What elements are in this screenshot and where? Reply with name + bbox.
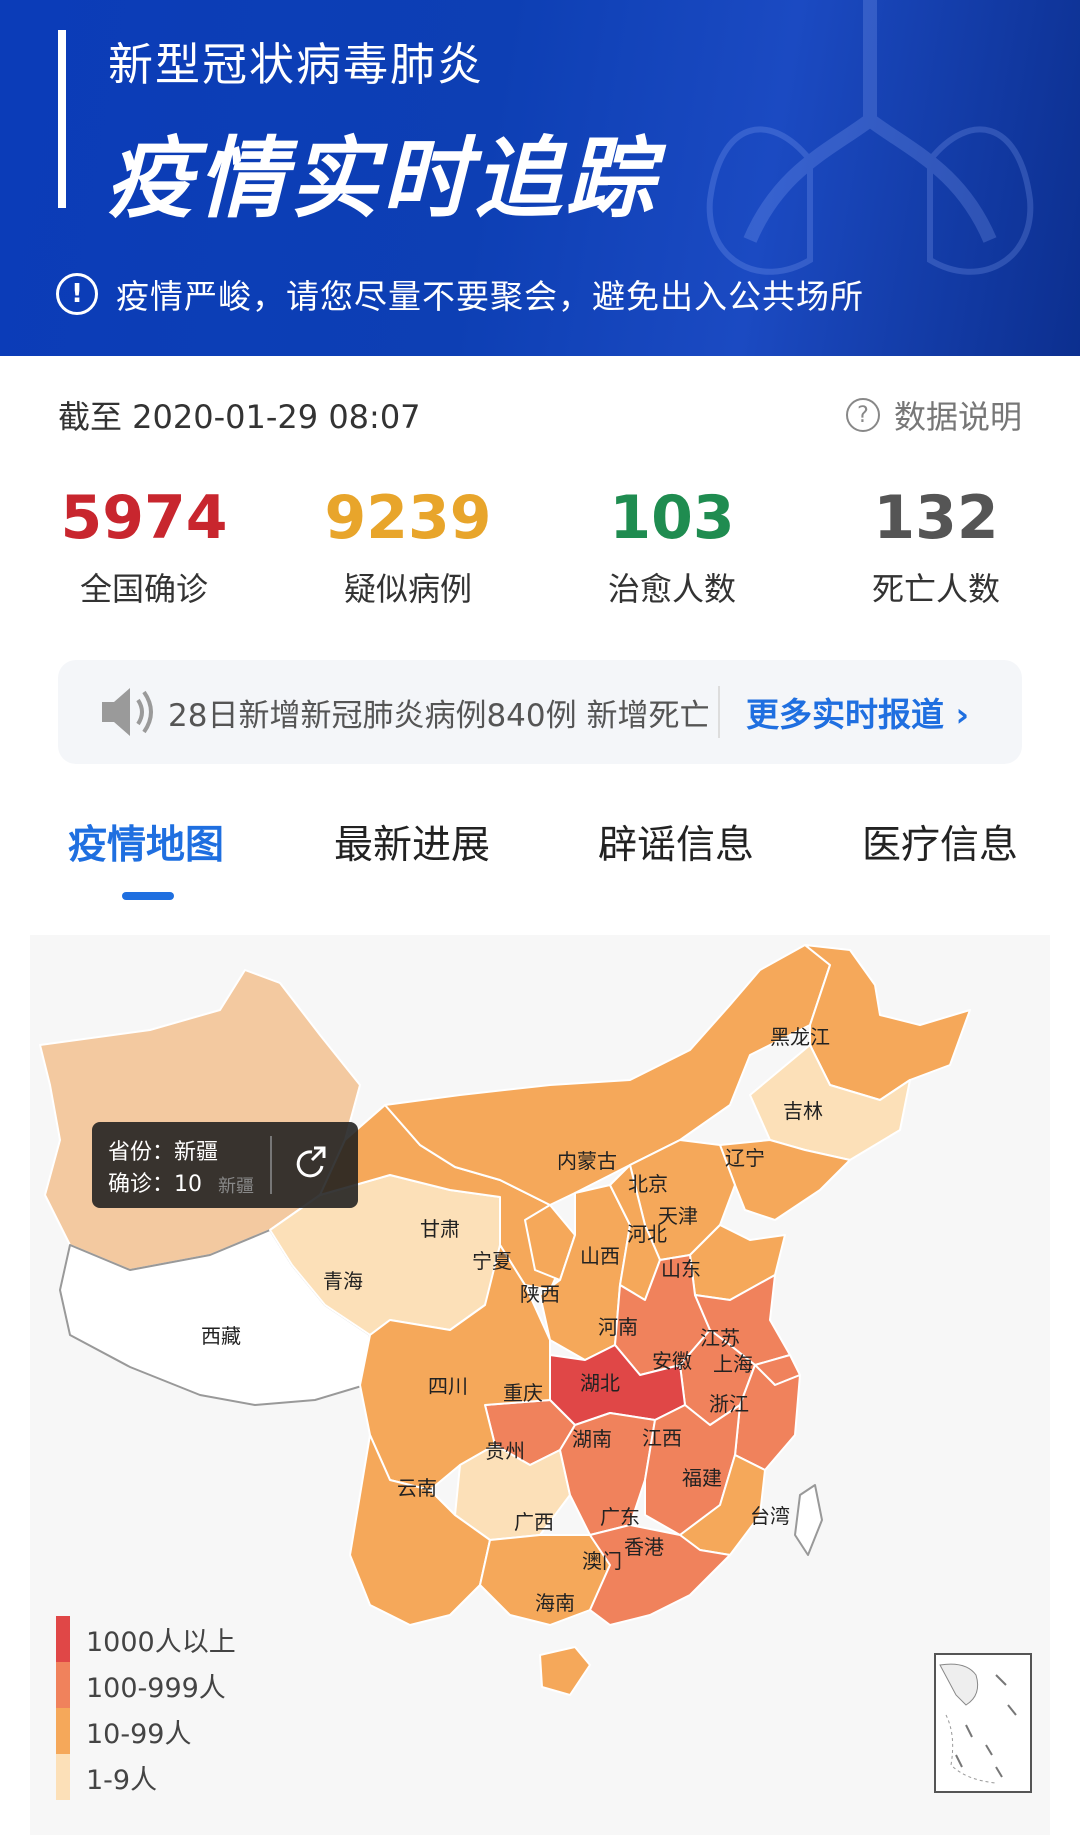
label-macau: 澳门 (582, 1549, 622, 1573)
label-neimenggu: 内蒙古 (557, 1149, 617, 1173)
tab-latest-progress[interactable]: 最新进展 (280, 808, 544, 898)
tab-epidemic-map[interactable]: 疫情地图 (14, 808, 280, 898)
ticker-headline[interactable]: 28日新增新冠肺炎病例840例 新增死亡 (168, 690, 708, 735)
share-icon[interactable] (292, 1144, 332, 1184)
stat-cured: 103 治愈人数 (540, 478, 804, 610)
tooltip-ghost-label: 新疆 (218, 1176, 254, 1197)
label-heilongjiang: 黑龙江 (770, 1025, 830, 1049)
ticker-divider (718, 686, 720, 738)
epidemic-map[interactable]: 黑龙江 吉林 辽宁 内蒙古 北京 天津 河北 山西 山东 甘肃 宁夏 青海 陕西… (30, 935, 1050, 1835)
stat-label: 死亡人数 (871, 570, 1000, 608)
label-shanxi: 山西 (580, 1244, 620, 1268)
label-xizang: 西藏 (201, 1324, 241, 1348)
province-taiwan[interactable] (794, 1484, 823, 1556)
province-hainan[interactable] (539, 1646, 591, 1696)
label-shaanxi: 陕西 (520, 1282, 560, 1306)
header-banner: 新型冠状病毒肺炎 疫情实时追踪 ! 疫情严峻，请您尽量不要聚会，避免出入公共场所 (0, 0, 1080, 356)
label-jiangxi: 江西 (642, 1426, 682, 1450)
update-timestamp: 截至 2020-01-29 08:07 (58, 398, 421, 436)
legend-item: 1000人以上 (56, 1616, 236, 1662)
label-taiwan: 台湾 (750, 1504, 790, 1528)
label-guangxi: 广西 (514, 1510, 554, 1534)
label-guizhou: 贵州 (485, 1439, 525, 1463)
stat-value: 103 (609, 483, 735, 553)
stat-label: 疑似病例 (343, 570, 472, 608)
banner-subtitle: 新型冠状病毒肺炎 (108, 38, 485, 91)
lung-illustration (706, 0, 1034, 275)
more-reports-link[interactable]: 更多实时报道 › (746, 688, 969, 736)
tooltip-province: 省份：新疆 (108, 1140, 219, 1165)
label-jiangsu: 江苏 (700, 1326, 740, 1350)
label-hubei: 湖北 (580, 1371, 620, 1395)
stat-value: 9239 (324, 483, 492, 553)
data-explanation-link[interactable]: ? 数据说明 (845, 392, 1022, 438)
legend-item: 100-999人 (56, 1662, 236, 1708)
label-fujian: 福建 (682, 1466, 722, 1490)
legend-item: 10-99人 (56, 1708, 236, 1754)
label-guangdong: 广东 (600, 1505, 640, 1529)
news-ticker[interactable]: 28日新增新冠肺炎病例840例 新增死亡 更多实时报道 › (58, 660, 1022, 764)
active-tab-indicator (122, 892, 174, 900)
label-hebei: 河北 (627, 1222, 667, 1246)
stat-confirmed: 5974 全国确诊 (12, 478, 276, 610)
legend-swatch (56, 1708, 70, 1754)
stat-label: 治愈人数 (607, 570, 736, 608)
legend-swatch (56, 1662, 70, 1708)
tab-rumor-refutation[interactable]: 辟谣信息 (544, 808, 808, 898)
stat-value: 5974 (60, 483, 228, 553)
south-china-sea-inset (934, 1653, 1032, 1793)
label-anhui: 安徽 (652, 1349, 692, 1373)
legend-swatch (56, 1754, 70, 1800)
stat-deaths: 132 死亡人数 (804, 478, 1068, 610)
exclamation-icon: ! (56, 273, 98, 315)
tab-bar: 疫情地图 最新进展 辟谣信息 医疗信息 (0, 808, 1080, 900)
legend-label: 1000人以上 (86, 1626, 236, 1658)
legend-item: 1-9人 (56, 1754, 236, 1800)
banner-title: 疫情实时追踪 (106, 127, 659, 230)
inset-map (939, 1663, 1017, 1784)
label-jilin: 吉林 (783, 1099, 823, 1123)
label-zhejiang: 浙江 (709, 1392, 749, 1416)
label-liaoning: 辽宁 (725, 1146, 765, 1170)
tab-medical-info[interactable]: 医疗信息 (808, 808, 1072, 898)
question-icon: ? (845, 398, 880, 432)
stat-label: 全国确诊 (79, 570, 208, 608)
data-explanation-label: 数据说明 (893, 398, 1022, 436)
label-hongkong: 香港 (624, 1535, 664, 1559)
warning-notice: ! 疫情严峻，请您尽量不要聚会，避免出入公共场所 (56, 270, 864, 318)
tooltip-confirmed: 确诊：10 (108, 1172, 202, 1197)
warning-text: 疫情严峻，请您尽量不要聚会，避免出入公共场所 (116, 277, 864, 316)
label-henan: 河南 (598, 1315, 638, 1339)
legend-label: 10-99人 (86, 1718, 192, 1750)
label-shanghai: 上海 (713, 1352, 753, 1376)
label-gansu: 甘肃 (420, 1217, 460, 1241)
label-qinghai: 青海 (323, 1269, 363, 1293)
speaker-icon (102, 688, 153, 736)
label-ningxia: 宁夏 (472, 1249, 512, 1273)
label-yunnan: 云南 (397, 1476, 437, 1500)
legend-label: 100-999人 (86, 1672, 226, 1704)
label-hainan: 海南 (535, 1591, 575, 1615)
tooltip-divider (270, 1136, 272, 1194)
label-hunan: 湖南 (572, 1427, 612, 1451)
label-chongqing: 重庆 (503, 1381, 543, 1405)
map-legend: 1000人以上 100-999人 10-99人 1-9人 (56, 1616, 236, 1800)
legend-label: 1-9人 (86, 1764, 158, 1796)
province-tooltip: 省份：新疆 确诊：10 新疆 (92, 1122, 358, 1208)
title-accent-bar (58, 30, 66, 208)
label-beijing: 北京 (628, 1172, 668, 1196)
legend-swatch (56, 1616, 70, 1662)
stats-row: 5974 全国确诊 9239 疑似病例 103 治愈人数 132 死亡人数 (0, 478, 1080, 610)
stat-suspected: 9239 疑似病例 (276, 478, 540, 610)
label-shandong: 山东 (661, 1257, 701, 1281)
label-sichuan: 四川 (428, 1374, 468, 1398)
stat-value: 132 (873, 483, 999, 553)
